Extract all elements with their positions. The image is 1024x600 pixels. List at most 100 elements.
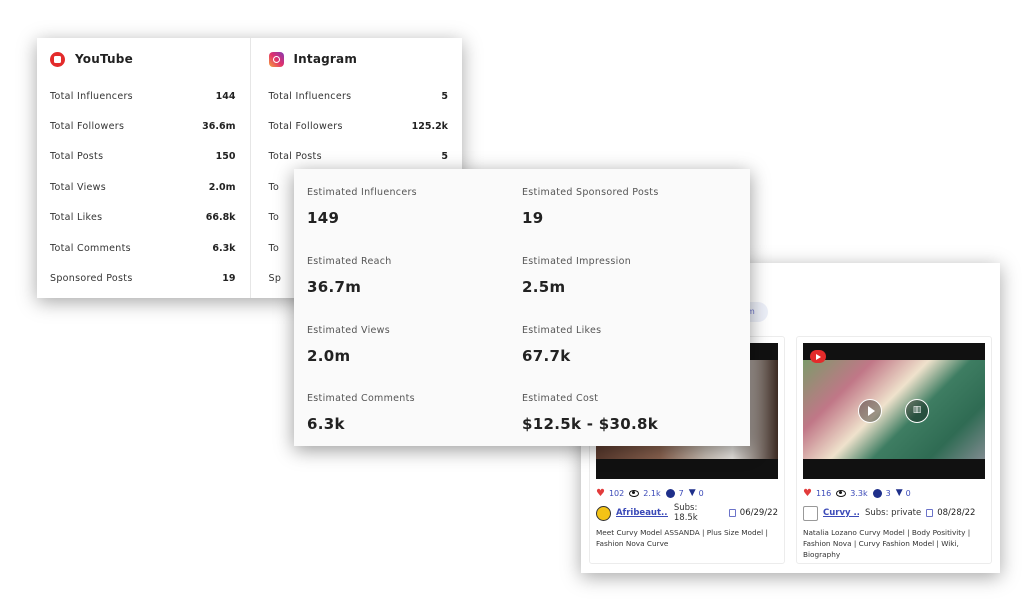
play-icon[interactable] bbox=[858, 399, 882, 423]
likes-count: 102 bbox=[608, 488, 625, 498]
heart-icon: ♥ bbox=[803, 487, 812, 499]
channel-link[interactable]: Curvy ... bbox=[823, 508, 859, 518]
views-count: 3.3k bbox=[850, 488, 868, 498]
estimate-label: Estimated Influencers bbox=[307, 187, 417, 198]
thumbs-down-icon: ▼ bbox=[688, 488, 696, 498]
dislikes-count: 0 bbox=[905, 488, 911, 498]
estimate-value: 36.7m bbox=[307, 277, 362, 296]
stat-label: Sp bbox=[268, 273, 282, 285]
stat-value: 19 bbox=[222, 273, 236, 285]
stat-row: Total Influencers 144 bbox=[50, 81, 236, 111]
stat-value: 144 bbox=[215, 90, 236, 102]
video-thumbnail[interactable]: ▥ bbox=[803, 343, 985, 479]
comment-icon bbox=[872, 488, 882, 498]
estimate-cell: Estimated Reach 36.7m bbox=[307, 256, 522, 325]
stat-row: Total Influencers 5 bbox=[269, 81, 449, 111]
estimate-value: 2.0m bbox=[307, 346, 351, 365]
eye-icon bbox=[836, 489, 847, 497]
stat-row: Sponsored Posts 19 bbox=[50, 263, 236, 293]
stat-value: 5 bbox=[441, 151, 448, 163]
video-meta: Curvy ... Subs: private 08/28/22 bbox=[803, 505, 985, 521]
youtube-stats-column: YouTube Total Influencers 144 Total Follo… bbox=[37, 38, 250, 298]
stat-label: Total Followers bbox=[50, 121, 125, 133]
estimate-value: $12.5k - $30.8k bbox=[522, 415, 659, 434]
video-metrics: ♥ 102 2.1k 7 ▼ 0 bbox=[596, 487, 778, 499]
platform-title: Intagram bbox=[293, 52, 358, 66]
stat-label: Total Posts bbox=[50, 151, 104, 163]
stat-value: 5 bbox=[441, 90, 448, 102]
stat-row: Total Followers 125.2k bbox=[269, 111, 449, 141]
video-metrics: ♥ 116 3.3k 3 ▼ 0 bbox=[803, 487, 985, 499]
video-title[interactable]: Natalia Lozano Curvy Model | Body Positi… bbox=[803, 527, 985, 560]
eye-icon bbox=[629, 489, 640, 497]
views-count: 2.1k bbox=[643, 488, 661, 498]
estimate-cell: Estimated Sponsored Posts 19 bbox=[522, 187, 737, 256]
heart-icon: ♥ bbox=[596, 487, 605, 499]
comments-count: 3 bbox=[885, 488, 891, 498]
video-card[interactable]: ▥ ♥116 3.3k 3 ▼0 Curvy ... Subs: private… bbox=[796, 336, 992, 564]
estimate-label: Estimated Likes bbox=[522, 324, 602, 336]
estimate-label: Estimated Impression bbox=[522, 255, 632, 267]
channel-avatar[interactable] bbox=[803, 505, 818, 521]
calendar-icon bbox=[728, 509, 736, 517]
estimate-cell: Estimated Comments 6.3k bbox=[307, 393, 522, 462]
stat-value: 36.6m bbox=[202, 121, 236, 133]
stat-value: 2.0m bbox=[208, 181, 236, 193]
estimate-label: Estimated Cost bbox=[522, 393, 599, 405]
estimate-value: 67.7k bbox=[522, 346, 571, 365]
estimates-grid: Estimated Influencers 149 Estimated Spons… bbox=[307, 187, 750, 462]
stat-label: Total Influencers bbox=[50, 90, 133, 102]
estimate-label: Estimated Views bbox=[307, 324, 391, 336]
estimate-value: 2.5m bbox=[522, 277, 566, 296]
youtube-icon bbox=[810, 350, 826, 363]
estimate-label: Estimated Comments bbox=[307, 393, 415, 405]
instagram-header: Intagram bbox=[268, 51, 449, 67]
stat-label: To bbox=[268, 181, 280, 193]
comments-count: 7 bbox=[678, 488, 684, 498]
subscribers: Subs: private bbox=[865, 508, 922, 518]
channel-link[interactable]: Afribeaut... bbox=[616, 508, 668, 518]
stat-value: 6.3k bbox=[212, 242, 236, 254]
stat-row: Total Posts 5 bbox=[269, 142, 449, 172]
likes-count: 116 bbox=[815, 488, 832, 498]
stat-label: Total Posts bbox=[268, 151, 322, 163]
estimate-cell: Estimated Cost $12.5k - $30.8k bbox=[522, 393, 737, 462]
estimate-label: Estimated Sponsored Posts bbox=[522, 187, 659, 198]
comment-icon bbox=[665, 488, 675, 498]
estimate-cell: Estimated Views 2.0m bbox=[307, 325, 522, 394]
analytics-icon[interactable]: ▥ bbox=[905, 399, 929, 423]
estimate-cell: Estimated Impression 2.5m bbox=[522, 256, 737, 325]
stat-row: Total Likes 66.8k bbox=[50, 203, 236, 233]
estimate-cell: Estimated Influencers 149 bbox=[307, 187, 522, 256]
estimate-cell: Estimated Likes 67.7k bbox=[522, 325, 737, 394]
estimate-label: Estimated Reach bbox=[307, 255, 392, 267]
thumbs-down-icon: ▼ bbox=[895, 488, 903, 498]
stat-label: Total Influencers bbox=[268, 90, 352, 102]
video-title[interactable]: Meet Curvy Model ASSANDA | Plus Size Mod… bbox=[596, 527, 778, 549]
stat-value: 125.2k bbox=[411, 121, 448, 133]
stat-row: Total Views 2.0m bbox=[50, 172, 236, 202]
stat-row: Total Comments 6.3k bbox=[50, 233, 236, 263]
youtube-icon bbox=[50, 51, 65, 67]
publish-date: 08/28/22 bbox=[937, 508, 976, 518]
youtube-header: YouTube bbox=[50, 51, 236, 67]
stat-label: To bbox=[268, 242, 280, 254]
stat-label: Sponsored Posts bbox=[50, 273, 133, 285]
stat-label: Total Followers bbox=[268, 121, 343, 133]
estimate-value: 19 bbox=[522, 209, 544, 227]
stat-value: 150 bbox=[215, 151, 236, 163]
channel-avatar[interactable] bbox=[596, 505, 611, 521]
estimate-value: 149 bbox=[307, 209, 340, 227]
dislikes-count: 0 bbox=[698, 488, 704, 498]
estimates-card: Estimated Influencers 149 Estimated Spons… bbox=[294, 169, 750, 446]
estimate-value: 6.3k bbox=[307, 415, 345, 434]
stat-row: Total Posts 150 bbox=[50, 142, 236, 172]
publish-date: 06/29/22 bbox=[739, 508, 778, 518]
stat-label: To bbox=[268, 212, 280, 224]
thumbnail-image bbox=[803, 360, 985, 459]
video-meta: Afribeaut... Subs: 18.5k 06/29/22 bbox=[596, 503, 778, 523]
stat-label: Total Likes bbox=[50, 212, 103, 224]
platform-title: YouTube bbox=[75, 52, 133, 66]
stat-row: Total Followers 36.6m bbox=[50, 111, 236, 141]
stat-label: Total Views bbox=[50, 181, 106, 193]
